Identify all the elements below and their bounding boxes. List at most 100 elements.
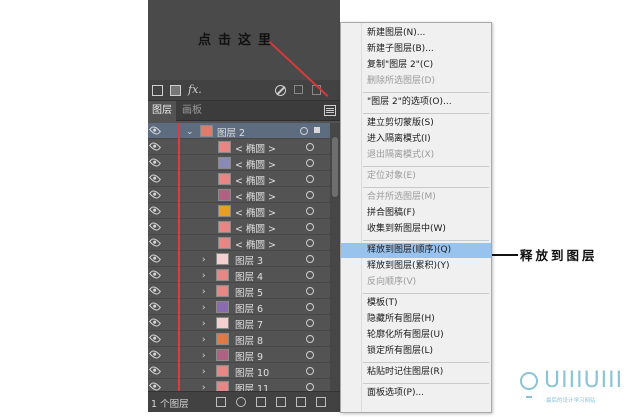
- layer-name: < 椭圆 >: [235, 224, 276, 235]
- chevron-right-icon[interactable]: ›: [202, 303, 206, 313]
- chevron-right-icon[interactable]: ›: [202, 319, 206, 329]
- eye-icon[interactable]: [148, 204, 162, 217]
- chevron-right-icon[interactable]: ›: [202, 367, 206, 377]
- target-circle-icon[interactable]: [306, 239, 314, 247]
- target-circle-icon[interactable]: [306, 271, 314, 279]
- eye-icon[interactable]: [148, 268, 162, 281]
- new-layer-icon[interactable]: [296, 397, 306, 407]
- menu-item[interactable]: 建立剪切蒙版(S): [341, 116, 491, 131]
- eye-icon[interactable]: [148, 316, 162, 329]
- menu-separator: [363, 187, 489, 188]
- eye-icon[interactable]: [148, 220, 162, 233]
- menu-item[interactable]: 收集到新图层中(W): [341, 222, 491, 237]
- layer-row[interactable]: < 椭圆 >: [148, 139, 330, 155]
- new-layer-icon[interactable]: [294, 85, 303, 94]
- eye-icon[interactable]: [148, 156, 162, 169]
- menu-item[interactable]: 进入隔离模式(I): [341, 132, 491, 147]
- menu-item[interactable]: 新建子图层(B)...: [341, 42, 491, 57]
- eye-icon[interactable]: [148, 172, 162, 185]
- eye-icon[interactable]: [148, 348, 162, 361]
- fx-icon[interactable]: fx.: [188, 83, 202, 96]
- layer-row[interactable]: › 图层 3: [148, 251, 330, 267]
- delete-icon[interactable]: [316, 397, 326, 407]
- menu-item[interactable]: 锁定所有图层(L): [341, 344, 491, 359]
- layer-row[interactable]: < 椭圆 >: [148, 235, 330, 251]
- menu-item[interactable]: 拼合图稿(F): [341, 206, 491, 221]
- search-icon[interactable]: [236, 397, 246, 407]
- no-symbol-icon[interactable]: [275, 85, 286, 96]
- layer-row[interactable]: › 图层 8: [148, 331, 330, 347]
- target-circle-icon[interactable]: [306, 367, 314, 375]
- eye-icon[interactable]: [148, 332, 162, 345]
- layer-row[interactable]: › 图层 5: [148, 283, 330, 299]
- menu-item[interactable]: 新建图层(N)...: [341, 26, 491, 41]
- new-sublayer-icon[interactable]: [276, 397, 286, 407]
- target-circle-icon[interactable]: [306, 143, 314, 151]
- target-circle-icon[interactable]: [306, 319, 314, 327]
- layer-color-bar: [178, 251, 180, 267]
- target-circle-icon[interactable]: [306, 191, 314, 199]
- chevron-right-icon[interactable]: ›: [202, 335, 206, 345]
- eye-icon[interactable]: [148, 284, 162, 297]
- target-circle-icon[interactable]: [306, 175, 314, 183]
- clip-mask-icon[interactable]: [256, 397, 266, 407]
- eye-icon[interactable]: [148, 252, 162, 265]
- fill-square-icon[interactable]: [170, 85, 181, 96]
- layer-color-bar: [178, 235, 180, 251]
- layer-row[interactable]: < 椭圆 >: [148, 155, 330, 171]
- target-circle-icon[interactable]: [306, 383, 314, 391]
- target-circle-icon[interactable]: [306, 351, 314, 359]
- chevron-right-icon[interactable]: ›: [202, 287, 206, 297]
- layer-thumbnail: [218, 157, 231, 169]
- target-circle-icon[interactable]: [306, 303, 314, 311]
- eye-icon[interactable]: [148, 140, 162, 153]
- eye-icon[interactable]: [148, 300, 162, 313]
- layer-name: 图层 2: [217, 128, 246, 139]
- layer-row[interactable]: ⌄ 图层 2: [148, 123, 330, 139]
- scroll-thumb[interactable]: [332, 137, 338, 197]
- layer-row[interactable]: < 椭圆 >: [148, 187, 330, 203]
- target-circle-icon[interactable]: [306, 223, 314, 231]
- layer-count: 1 个图层: [151, 399, 189, 410]
- menu-item[interactable]: 模板(T): [341, 296, 491, 311]
- tab-layers[interactable]: 图层: [148, 101, 176, 121]
- layer-row[interactable]: < 椭圆 >: [148, 203, 330, 219]
- selection-indicator[interactable]: [314, 127, 320, 133]
- menu-item[interactable]: 面板选项(P)...: [341, 386, 491, 401]
- tab-artboards[interactable]: 画板: [178, 101, 206, 121]
- eye-icon[interactable]: [148, 236, 162, 249]
- layer-row[interactable]: › 图层 7: [148, 315, 330, 331]
- chevron-right-icon[interactable]: ›: [202, 255, 206, 265]
- target-circle-icon[interactable]: [306, 255, 314, 263]
- lightbulb-icon: [520, 372, 538, 398]
- menu-item[interactable]: 复制"图层 2"(C): [341, 58, 491, 73]
- menu-item[interactable]: 轮廓化所有图层(U): [341, 328, 491, 343]
- menu-item[interactable]: 释放到图层(累积)(Y): [341, 259, 491, 274]
- layer-thumbnail: [216, 365, 229, 377]
- target-circle-icon[interactable]: [306, 207, 314, 215]
- layer-row[interactable]: < 椭圆 >: [148, 219, 330, 235]
- layer-row[interactable]: › 图层 6: [148, 299, 330, 315]
- target-circle-icon[interactable]: [306, 287, 314, 295]
- panel-menu-icon[interactable]: [324, 105, 336, 116]
- chevron-down-icon[interactable]: ⌄: [186, 127, 194, 137]
- target-circle-icon[interactable]: [300, 127, 308, 135]
- export-icon[interactable]: [216, 397, 226, 407]
- eye-icon[interactable]: [148, 188, 162, 201]
- layer-row[interactable]: < 椭圆 >: [148, 171, 330, 187]
- target-circle-icon[interactable]: [306, 159, 314, 167]
- eye-icon[interactable]: [148, 364, 162, 377]
- square-icon[interactable]: [152, 85, 163, 96]
- chevron-right-icon[interactable]: ›: [202, 351, 206, 361]
- menu-item[interactable]: "图层 2"的选项(O)...: [341, 95, 491, 110]
- menu-item[interactable]: 隐藏所有图层(H): [341, 312, 491, 327]
- layer-row[interactable]: › 图层 4: [148, 267, 330, 283]
- chevron-right-icon[interactable]: ›: [202, 271, 206, 281]
- layer-row[interactable]: › 图层 9: [148, 347, 330, 363]
- layer-row[interactable]: › 图层 10: [148, 363, 330, 379]
- target-circle-icon[interactable]: [306, 335, 314, 343]
- eye-icon[interactable]: [148, 124, 162, 137]
- menu-item[interactable]: 粘贴时记住图层(R): [341, 365, 491, 380]
- scrollbar[interactable]: [330, 123, 340, 391]
- menu-item-release-to-layers-sequence[interactable]: 释放到图层(顺序)(Q): [341, 243, 491, 258]
